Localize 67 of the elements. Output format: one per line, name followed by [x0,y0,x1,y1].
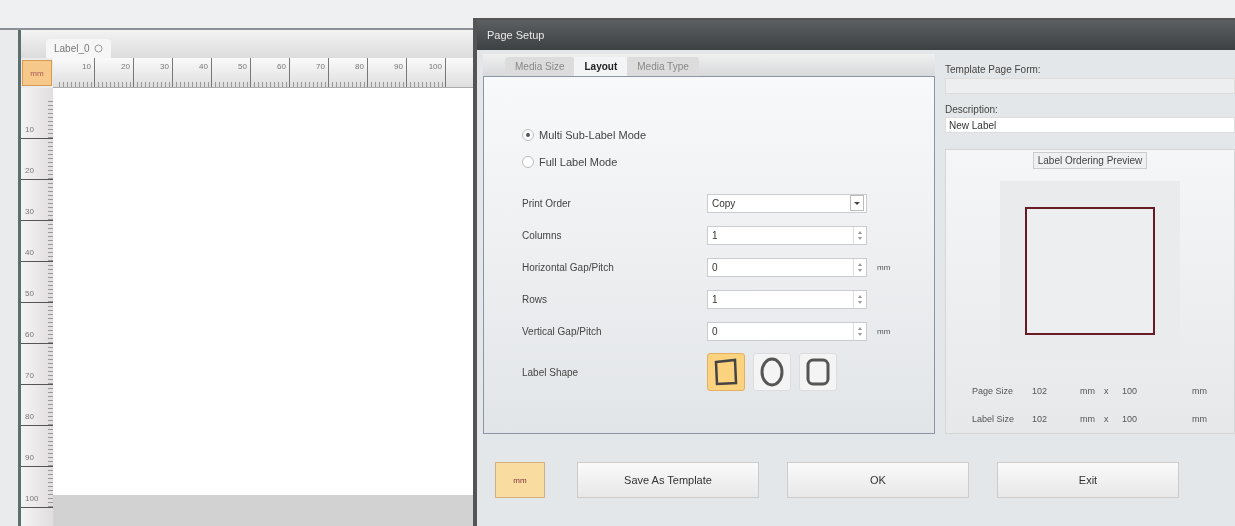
unit-label: mm [1080,386,1096,396]
spinner-field[interactable]: 0 [707,321,867,341]
rounded-rectangle-icon [806,358,830,386]
field-label: Label Shape [522,366,580,378]
spinner-field[interactable]: 0 [707,257,867,277]
radio-label: Full Label Mode [539,155,618,168]
field-label: Print Order [522,197,572,209]
description-field[interactable]: New Label [945,117,1235,133]
ruler-number: 70 [316,62,325,73]
dialog-button[interactable]: Save As Template [577,462,759,498]
ruler-number: 60 [277,62,286,73]
size-label: Label Size [972,414,1016,424]
field-label: Vertical Gap/Pitch [522,325,603,337]
ruler-number: 80 [355,62,364,73]
ruler-number: 100 [25,494,39,503]
preview-title: Label Ordering Preview [1032,152,1148,169]
times-sign: x [1104,414,1110,424]
spinner-field[interactable]: 1 [707,289,867,309]
ruler-number: 50 [238,62,247,73]
dialog-button[interactable]: OK [787,462,969,498]
size-value: 102 [1032,414,1049,424]
rectangle-shape-icon [713,358,739,386]
unit-label: mm [1192,386,1208,396]
size-value: 102 [1032,386,1049,396]
close-icon[interactable] [93,44,103,53]
ruler-number: 80 [25,412,34,421]
ruler-number: 10 [82,62,91,73]
ruler-number: 40 [25,248,34,257]
unit-label: mm [877,326,891,336]
shape-button[interactable] [799,353,837,391]
unit-label: mm [1080,414,1096,424]
radio-button[interactable] [522,128,534,141]
tab[interactable]: Layout [574,57,628,76]
ruler-number: 40 [199,62,208,73]
ruler-number: 90 [394,62,403,73]
unit-label: mm [877,262,891,272]
ruler-number: 70 [25,371,34,380]
field-label: Template Page Form: [945,64,1042,76]
times-sign: x [1104,386,1110,396]
shape-button[interactable] [707,353,745,391]
field-label: Description: [945,103,999,116]
ruler-number: 30 [160,62,169,73]
ruler-number: 20 [25,166,34,175]
unit-button[interactable]: mm [495,462,545,498]
shape-button[interactable] [753,353,791,391]
size-value: 100 [1122,386,1139,396]
ellipse-shape-icon [759,357,785,387]
spinner-field[interactable]: 1 [707,225,867,245]
dropdown[interactable]: Copy [707,193,867,213]
ruler-number: 30 [25,207,34,216]
ruler-number: 90 [25,453,34,462]
ruler-number: 60 [25,330,34,339]
ruler-number: 100 [428,62,442,73]
field-label: Horizontal Gap/Pitch [522,261,615,273]
dialog-button[interactable]: Exit [997,462,1179,498]
size-value: 100 [1122,414,1139,424]
unit-label: mm [1192,414,1208,424]
field-label: Rows [522,293,548,305]
document-tab[interactable]: Label_0 [46,39,111,58]
dialog-title: Page Setup [487,29,545,41]
ruler-number: 50 [25,289,34,298]
radio-label: Multi Sub-Label Mode [539,128,646,141]
radio-button[interactable] [522,155,534,168]
ruler-number: 20 [121,62,130,73]
field-label: Columns [522,229,563,241]
size-label: Page Size [972,386,1015,396]
ruler-number: 10 [25,125,34,134]
